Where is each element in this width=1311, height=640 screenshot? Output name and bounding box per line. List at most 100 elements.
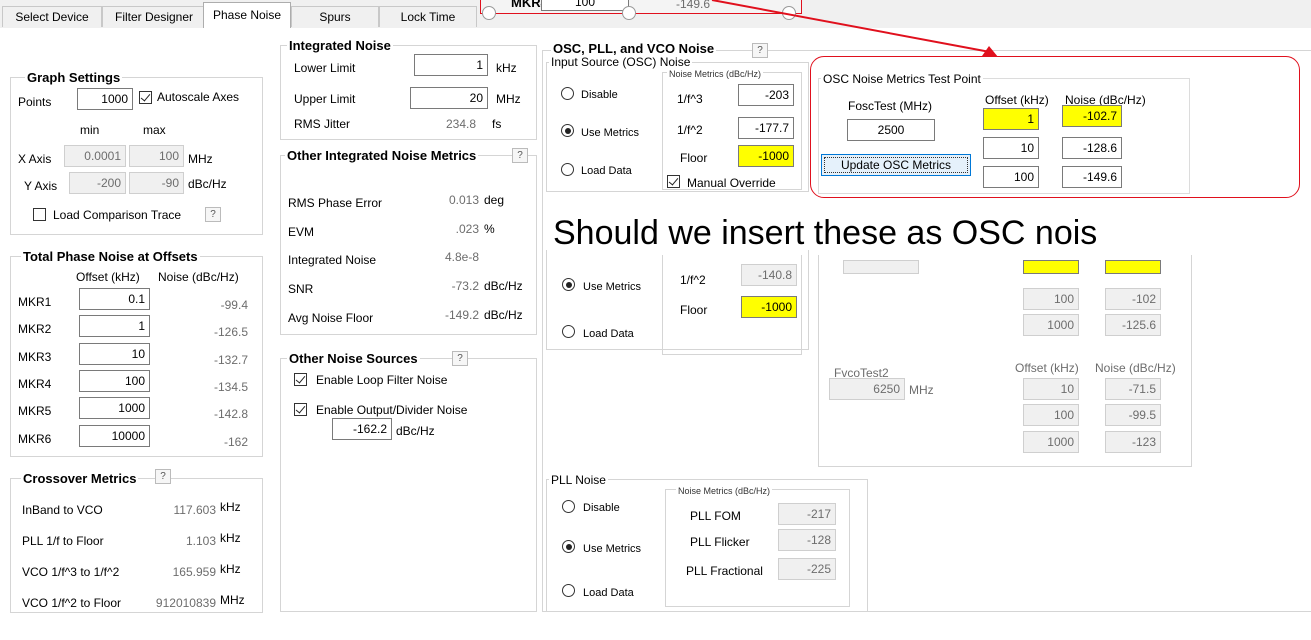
metric-label: EVM bbox=[288, 225, 315, 239]
callout-handle bbox=[482, 6, 496, 20]
osc-offset-field[interactable]: 100 bbox=[983, 166, 1039, 188]
vco-t1-noise-field[interactable]: -102 bbox=[1105, 288, 1161, 310]
pll-use-metrics-label: Use Metrics bbox=[583, 543, 642, 555]
vco-f2-field[interactable]: -140.8 bbox=[741, 264, 797, 286]
fvco2-field[interactable]: 6250 bbox=[829, 378, 905, 400]
tab-spurs[interactable]: Spurs bbox=[291, 6, 379, 27]
osc-offset-header: Offset (kHz) bbox=[985, 93, 1049, 107]
vco-t1-offset-field[interactable]: 1000 bbox=[1023, 314, 1079, 336]
metric-value: .023 bbox=[455, 222, 479, 236]
metric-value: 4.8e-8 bbox=[444, 250, 479, 264]
vco-t2-offset-field[interactable]: 100 bbox=[1023, 404, 1079, 426]
vco-t2-noise-field[interactable]: -123 bbox=[1105, 431, 1161, 453]
vco-t2-noise-field[interactable]: -71.5 bbox=[1105, 378, 1161, 400]
vco-offset-header: Offset (kHz) bbox=[1015, 361, 1079, 375]
output-noise-field[interactable]: -162.2 bbox=[332, 418, 392, 440]
crossover-label: VCO 1/f^2 to Floor bbox=[22, 596, 121, 610]
offset-header: Offset (kHz) bbox=[76, 270, 140, 284]
other-metrics-help-icon[interactable]: ? bbox=[512, 148, 528, 163]
osc-f3-field[interactable]: -203 bbox=[738, 84, 794, 106]
xaxis-min-field[interactable]: 0.0001 bbox=[64, 145, 126, 167]
load-comparison-checkbox[interactable] bbox=[33, 208, 46, 221]
update-osc-metrics-button[interactable]: Update OSC Metrics bbox=[821, 154, 971, 176]
osc-use-metrics-radio[interactable] bbox=[561, 124, 574, 137]
vco-t1-offset-highlight[interactable] bbox=[1023, 260, 1079, 274]
other-metrics-title: Other Integrated Noise Metrics bbox=[285, 148, 479, 163]
crossover-unit: kHz bbox=[220, 562, 241, 576]
marker-offset-field[interactable]: 1 bbox=[79, 315, 150, 338]
autoscale-label: Autoscale Axes bbox=[157, 90, 240, 104]
yaxis-max-field[interactable]: -90 bbox=[129, 172, 184, 194]
osc-disable-radio[interactable] bbox=[561, 87, 574, 100]
vco-t2-noise-field[interactable]: -99.5 bbox=[1105, 404, 1161, 426]
osc-floor-field[interactable]: -1000 bbox=[738, 145, 794, 167]
metric-label: Integrated Noise bbox=[288, 253, 377, 267]
crossover-unit: kHz bbox=[220, 531, 241, 545]
upper-limit-unit: MHz bbox=[496, 92, 521, 106]
osc-noise-field[interactable]: -149.6 bbox=[1062, 166, 1122, 188]
output-noise-unit: dBc/Hz bbox=[396, 424, 435, 438]
osc-use-metrics-label: Use Metrics bbox=[581, 127, 640, 139]
xaxis-max-field[interactable]: 100 bbox=[129, 145, 184, 167]
yaxis-min-field[interactable]: -200 bbox=[69, 172, 126, 194]
vco-t2-offset-field[interactable]: 10 bbox=[1023, 378, 1079, 400]
marker-offset-field[interactable]: 10 bbox=[79, 342, 150, 365]
pll-load-data-radio[interactable] bbox=[562, 584, 575, 597]
marker-label: MKR6 bbox=[18, 431, 52, 446]
lower-limit-field[interactable]: 1 bbox=[414, 54, 488, 76]
vco-t2-offset-field[interactable]: 1000 bbox=[1023, 431, 1079, 453]
marker-offset-field[interactable]: 100 bbox=[79, 369, 150, 392]
osc-offset-field[interactable]: 10 bbox=[983, 137, 1039, 159]
fvco1-field[interactable] bbox=[843, 260, 919, 274]
pll-flicker-field[interactable]: -128 bbox=[778, 529, 836, 551]
pll-use-metrics-radio[interactable] bbox=[562, 540, 575, 553]
output-divider-checkbox[interactable] bbox=[294, 403, 307, 416]
tab-select-device[interactable]: Select Device bbox=[2, 6, 102, 27]
osc-f2-field[interactable]: -177.7 bbox=[738, 117, 794, 139]
crossover-help-icon[interactable]: ? bbox=[155, 469, 171, 484]
vco-floor-label: Floor bbox=[680, 303, 708, 317]
other-sources-help-icon[interactable]: ? bbox=[452, 351, 468, 366]
manual-override-checkbox[interactable] bbox=[667, 175, 680, 188]
vco-use-metrics-radio[interactable] bbox=[562, 278, 575, 291]
osc-noise-field[interactable]: -102.7 bbox=[1062, 105, 1122, 127]
metric-unit: deg bbox=[484, 193, 505, 207]
metric-value: -149.2 bbox=[444, 308, 479, 322]
autoscale-checkbox[interactable] bbox=[139, 91, 152, 104]
marker-offset-field[interactable]: 10000 bbox=[79, 424, 150, 447]
upper-limit-field[interactable]: 20 bbox=[410, 87, 488, 109]
pll-disable-radio[interactable] bbox=[562, 500, 575, 513]
vco-floor-field[interactable]: -1000 bbox=[741, 296, 797, 318]
marker-label: MKR3 bbox=[18, 349, 52, 364]
marker-offset-field[interactable]: 1000 bbox=[79, 397, 150, 420]
osc-floor-label: Floor bbox=[680, 151, 708, 165]
vco-load-data-radio[interactable] bbox=[562, 325, 575, 338]
loop-filter-checkbox[interactable] bbox=[294, 373, 307, 386]
max-label: max bbox=[143, 123, 166, 137]
vco-t1-offset-field[interactable]: 100 bbox=[1023, 288, 1079, 310]
osc-load-data-label: Load Data bbox=[581, 165, 632, 177]
pll-noise-title: PLL Noise bbox=[549, 473, 608, 487]
osc-load-data-radio[interactable] bbox=[561, 163, 574, 176]
vco-t1-noise-highlight[interactable] bbox=[1105, 260, 1161, 274]
marker-noise-value: -126.5 bbox=[213, 325, 248, 340]
tab-phase-noise[interactable]: Phase Noise bbox=[203, 2, 291, 29]
marker-offset-field[interactable]: 0.1 bbox=[79, 288, 150, 310]
fvco2-unit: MHz bbox=[909, 383, 934, 397]
pll-fractional-field[interactable]: -225 bbox=[778, 558, 836, 580]
fosc-field[interactable]: 2500 bbox=[847, 119, 935, 141]
tab-filter-designer[interactable]: Filter Designer bbox=[102, 6, 206, 27]
metric-value: -73.2 bbox=[451, 279, 479, 293]
crossover-value: 165.959 bbox=[172, 565, 216, 579]
tab-lock-time[interactable]: Lock Time bbox=[379, 6, 477, 27]
vco-t1-noise-field[interactable]: -125.6 bbox=[1105, 314, 1161, 336]
help-icon[interactable]: ? bbox=[205, 207, 221, 222]
points-field[interactable]: 1000 bbox=[77, 88, 133, 110]
pll-fom-label: PLL FOM bbox=[690, 509, 741, 523]
other-sources-group: Other Noise Sources bbox=[280, 352, 537, 612]
manual-override-label: Manual Override bbox=[687, 176, 776, 190]
callout-offset-field: 100 bbox=[541, 0, 629, 11]
osc-offset-field[interactable]: 1 bbox=[983, 108, 1039, 130]
pll-fom-field[interactable]: -217 bbox=[778, 503, 836, 525]
osc-noise-field[interactable]: -128.6 bbox=[1062, 137, 1122, 159]
